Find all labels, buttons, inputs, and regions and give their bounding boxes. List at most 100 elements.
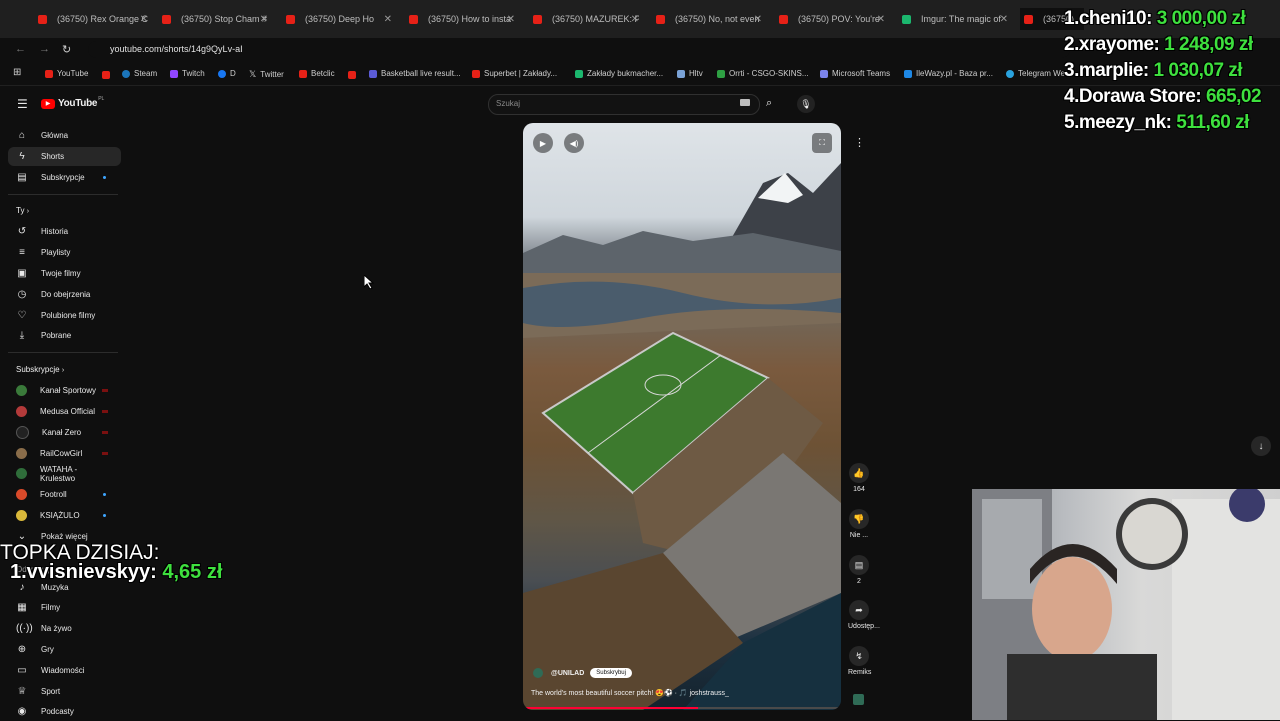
comments-button[interactable]: ▤ 2 — [848, 555, 870, 585]
browser-tab[interactable]: (36750) POV: You're ✕ — [779, 8, 885, 30]
playlist-icon: ≡ — [19, 247, 25, 258]
channel-handle[interactable]: @UNILAD — [551, 670, 584, 677]
browser-tab[interactable]: (36750) How to insta ✕ — [409, 8, 515, 30]
twitch-icon — [170, 69, 178, 78]
section-title: Ty — [16, 206, 25, 215]
menu-icon[interactable]: ☰ — [17, 97, 28, 111]
bookmark-label: Twitch — [182, 69, 205, 78]
browser-tab[interactable]: (36750) MAZUREK: P ✕ — [533, 8, 639, 30]
volume-icon[interactable]: ◀) — [564, 133, 584, 153]
like-button[interactable]: 👍 164 — [848, 463, 870, 493]
browser-tab[interactable]: (36750) No, not even ✕ — [656, 8, 762, 30]
sidebar-item-label: Pobrane — [41, 331, 72, 340]
close-tab-icon[interactable]: ✕ — [877, 14, 885, 25]
next-video-icon[interactable]: ↓ — [1251, 436, 1271, 456]
sidebar-item-label: Na żywo — [41, 624, 72, 633]
sidebar-item-label: Filmy — [41, 603, 61, 612]
sidebar-item-films[interactable]: ▦ Filmy — [16, 598, 114, 617]
more-options-icon[interactable]: ⋮ — [854, 136, 865, 149]
close-tab-icon[interactable]: ✕ — [507, 14, 515, 25]
donor-name: 5.meezy_nk: — [1064, 112, 1172, 133]
bookmark-hltv[interactable]: Hltv — [677, 69, 703, 78]
sidebar-item-live[interactable]: ((·)) Na żywo — [16, 619, 114, 638]
subscription-channel[interactable]: Kanał Sportowy — [16, 381, 114, 400]
bookmark-steam[interactable]: Steam — [122, 69, 157, 78]
sidebar-item-shorts[interactable]: ϟ Shorts — [8, 147, 121, 166]
subscriptions-section-link[interactable]: Subskrypcje › — [16, 365, 64, 374]
close-tab-icon[interactable]: ✕ — [754, 14, 762, 25]
sidebar-item-news[interactable]: ▭ Wiadomości — [16, 661, 114, 680]
sound-source-avatar[interactable] — [853, 694, 864, 705]
bookmark-betclic[interactable]: Betclic — [299, 69, 335, 78]
microphone-icon[interactable]: 🎙 — [797, 95, 815, 113]
x-logo-icon: 𝕏 — [249, 69, 257, 79]
youtube-play-logo-icon: ▶ — [41, 98, 55, 109]
subscription-channel[interactable]: Kanał Zero — [16, 423, 114, 442]
short-caption[interactable]: The world's most beautiful soccer pitch!… — [531, 689, 729, 697]
sidebar-item-subscriptions[interactable]: ▤ Subskrypcje — [16, 168, 114, 187]
browser-tab[interactable]: (36750) Deep Ho ✕ — [286, 8, 392, 30]
subscription-channel[interactable]: RailCowGirl — [16, 444, 114, 463]
sidebar-item-history[interactable]: ↺ Historia — [16, 222, 114, 241]
bookmark-telegram[interactable]: Telegram We — [1006, 69, 1065, 78]
subscription-channel[interactable]: Footroll — [16, 485, 114, 504]
browser-tab[interactable]: Imgur: The magic of ✕ — [902, 8, 1008, 30]
tab-title: (36750) No, not even — [675, 14, 760, 24]
close-tab-icon[interactable]: ✕ — [1000, 14, 1008, 25]
search-icon[interactable]: ⌕ — [766, 97, 772, 110]
back-icon[interactable]: ← — [15, 43, 26, 55]
browser-tab[interactable]: (36750) Stop Cham # ✕ — [162, 8, 268, 30]
sidebar-item-sport[interactable]: ♕ Sport — [16, 682, 114, 701]
play-icon[interactable]: ▶ — [533, 133, 553, 153]
address-bar[interactable]: youtube.com/shorts/14g9QyLv-aI — [88, 41, 1070, 58]
apps-grid-icon[interactable]: ⊞ — [13, 67, 21, 78]
bookmark-twitter[interactable]: 𝕏 Twitter — [249, 69, 284, 80]
close-tab-icon[interactable]: ✕ — [631, 14, 639, 25]
subscription-channel[interactable]: WATAHA - Krulestwo — [16, 464, 114, 483]
channel-name: KSIĄŻULO — [40, 511, 80, 520]
sidebar-item-watch-later[interactable]: ◷ Do obejrzenia — [16, 285, 114, 304]
dislike-button[interactable]: 👎 Nie ... — [848, 509, 870, 539]
forward-icon[interactable]: → — [39, 43, 50, 55]
fullscreen-icon[interactable]: ⛶ — [812, 133, 832, 153]
progress-track[interactable] — [523, 707, 841, 709]
subscribe-button[interactable]: Subskrybuj — [590, 668, 632, 678]
keyboard-icon[interactable] — [740, 99, 750, 106]
close-tab-icon[interactable]: ✕ — [260, 14, 268, 25]
remix-button[interactable]: ↯ Remiks — [848, 646, 871, 676]
sidebar-item-podcasts[interactable]: ◉ Podcasty — [16, 702, 114, 721]
close-tab-icon[interactable]: ✕ — [140, 14, 148, 25]
bookmark-ilewazy[interactable]: IleWazy.pl - Baza pr... — [904, 69, 993, 78]
sidebar-item-downloads[interactable]: ⤓ Pobrane — [16, 326, 114, 345]
subscription-channel[interactable]: KSIĄŻULO — [16, 506, 114, 525]
youtube-icon[interactable] — [348, 71, 356, 79]
donation-amount: 1 030,07 zł — [1153, 60, 1243, 81]
youtube-logo[interactable]: ▶ YouTube PL — [41, 95, 105, 109]
sidebar-item-label: Playlisty — [41, 248, 71, 257]
sidebar-item-your-videos[interactable]: ▣ Twoje filmy — [16, 264, 114, 283]
share-button[interactable]: ➦ Udostęp... — [848, 600, 880, 630]
bookmark-superbet[interactable]: Superbet | Zakłady... — [472, 69, 557, 78]
bookmark-teams[interactable]: Microsoft Teams — [820, 69, 890, 78]
sidebar-item-liked[interactable]: ♡ Polubione filmy — [16, 306, 114, 325]
avatar[interactable] — [533, 668, 543, 678]
bookmark-orrti[interactable]: Orrti - CSGO-SKINS... — [717, 69, 809, 78]
sidebar-item-playlists[interactable]: ≡ Playlisty — [16, 243, 114, 262]
bookmark-youtube[interactable]: YouTube — [45, 69, 88, 78]
logo-region: PL — [98, 95, 105, 102]
sidebar-item-home[interactable]: ⌂ Główna — [16, 126, 114, 145]
sidebar-item-gaming[interactable]: ⊕ Gry — [16, 640, 114, 659]
youtube-icon[interactable] — [102, 71, 110, 79]
you-section-link[interactable]: Ty › — [16, 206, 29, 215]
short-video-player[interactable]: ▶ ◀) ⛶ @UNILAD Subskrybuj The world's mo… — [523, 123, 841, 710]
close-tab-icon[interactable]: ✕ — [384, 14, 392, 25]
bookmark-facebook[interactable]: D — [218, 69, 236, 78]
subscription-channel[interactable]: Medusa Official — [16, 402, 114, 421]
bookmark-basketball[interactable]: Basketball live result... — [369, 69, 461, 78]
progress-fill — [523, 707, 698, 709]
bookmark-bukmacher[interactable]: Zakłady bukmacher... — [575, 69, 663, 78]
reload-icon[interactable]: ↻ — [62, 43, 71, 56]
search-box[interactable] — [488, 94, 760, 115]
browser-tab[interactable]: (36750) Rex Orange C ✕ — [38, 8, 148, 30]
bookmark-twitch[interactable]: Twitch — [170, 69, 205, 78]
